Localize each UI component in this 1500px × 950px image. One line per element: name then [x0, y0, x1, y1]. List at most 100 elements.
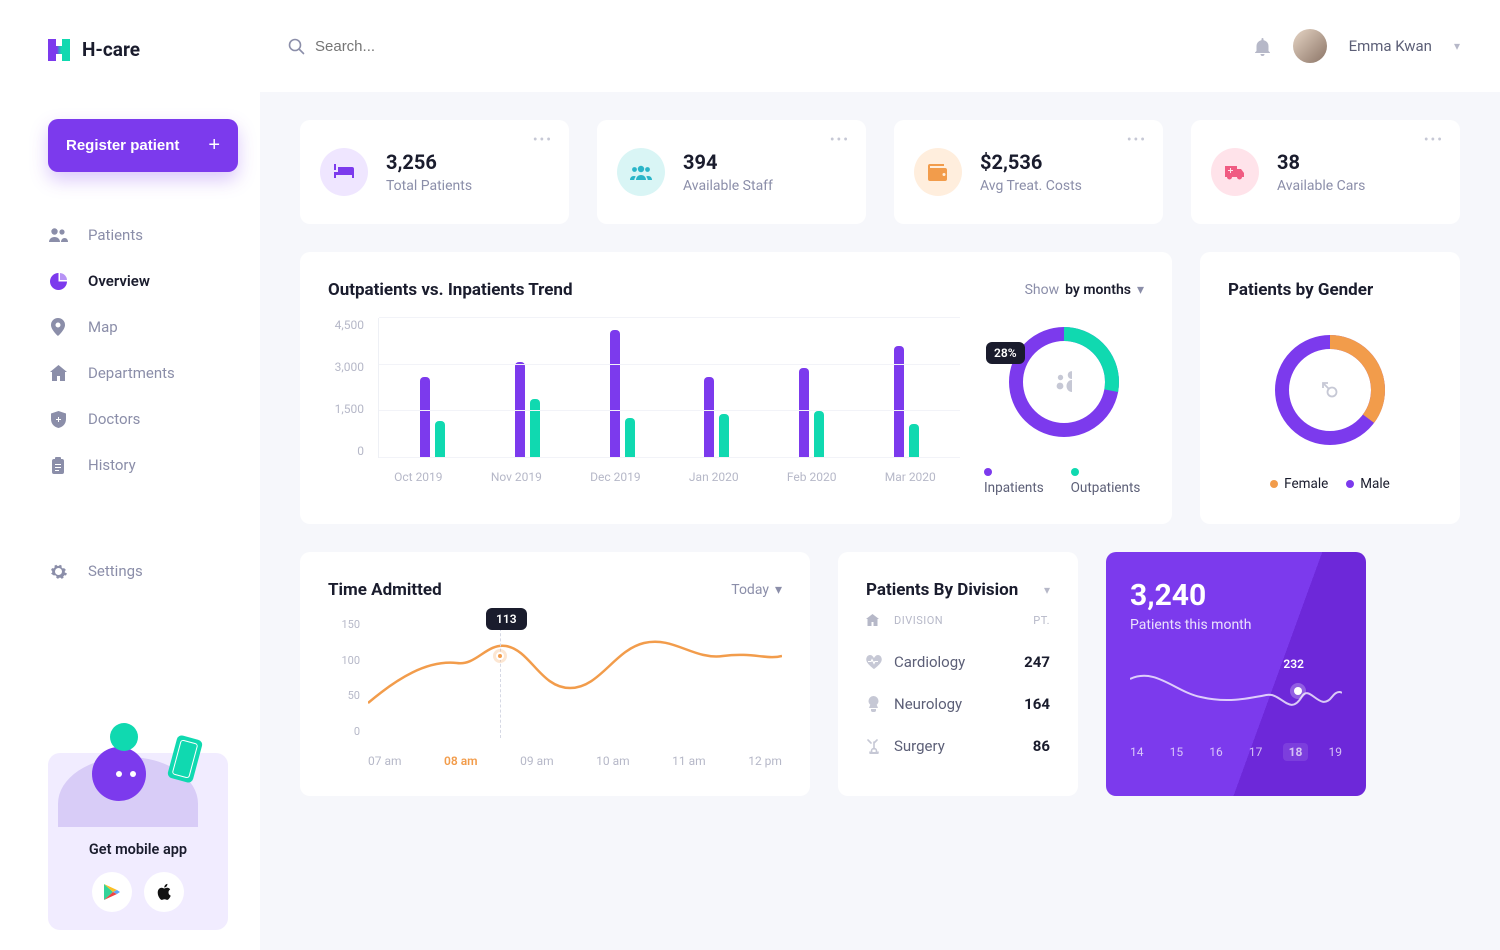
stat-label: Available Cars	[1277, 178, 1365, 194]
chevron-down-icon: ▾	[775, 582, 782, 598]
brand-name: H-care	[82, 38, 140, 61]
division-row[interactable]: Surgery86	[866, 725, 1050, 767]
trend-period-selector[interactable]: Show by months ▾	[1025, 282, 1144, 298]
admitted-period-selector[interactable]: Today ▾	[731, 582, 782, 598]
mobile-illustration	[68, 729, 208, 813]
app-store-button[interactable]	[144, 872, 184, 912]
legend-outpatients: Outpatients	[1071, 464, 1144, 496]
nav-overview[interactable]: Overview	[48, 264, 230, 298]
register-patient-label: Register patient	[66, 137, 179, 154]
bars-row	[379, 318, 960, 458]
nav: Patients Overview Map Departments	[48, 218, 230, 588]
shield-icon	[48, 411, 68, 428]
mobile-app-title: Get mobile app	[66, 841, 210, 858]
chevron-down-icon[interactable]: ▾	[1044, 583, 1050, 597]
stat-total-patients: ••• 3,256 Total Patients	[300, 120, 569, 224]
division-row[interactable]: Neurology164	[866, 683, 1050, 725]
stats-row: ••• 3,256 Total Patients ••• 394	[300, 120, 1460, 224]
division-row-icon	[866, 655, 894, 670]
division-title: Patients By Division	[866, 580, 1018, 600]
search-input[interactable]	[315, 38, 615, 55]
gear-icon	[48, 563, 68, 580]
division-card: Patients By Division ▾ DIVISION PT. Card…	[838, 552, 1078, 796]
bed-icon	[320, 148, 368, 196]
donut-center-icon	[1000, 318, 1128, 446]
nav-history-label: History	[88, 456, 136, 474]
gender-donut	[1266, 326, 1394, 454]
legend-female: Female	[1270, 476, 1328, 492]
gender-title: Patients by Gender	[1228, 280, 1432, 300]
division-name: Neurology	[894, 695, 1010, 713]
nav-map[interactable]: Map	[48, 310, 230, 344]
gender-center-icon	[1266, 326, 1394, 454]
admitted-title: Time Admitted	[328, 580, 442, 600]
legend-male: Male	[1346, 476, 1390, 492]
card-menu[interactable]: •••	[830, 132, 850, 148]
topbar: Emma Kwan ▾	[260, 0, 1500, 92]
wallet-icon	[914, 148, 962, 196]
stat-value: 38	[1277, 150, 1365, 174]
stat-value: 394	[683, 150, 773, 174]
stat-label: Available Staff	[683, 178, 773, 194]
google-play-button[interactable]	[92, 872, 132, 912]
month-x-axis: 141516171819	[1130, 745, 1342, 759]
stat-avg-cost: ••• $2,536 Avg Treat. Costs	[894, 120, 1163, 224]
search	[288, 38, 1254, 55]
month-spark: 232	[1130, 657, 1342, 737]
chevron-down-icon[interactable]: ▾	[1454, 39, 1460, 53]
pie-icon	[48, 273, 68, 290]
logo-mark-icon	[48, 39, 70, 61]
tooltip-vline	[500, 618, 501, 738]
spark-tooltip: 232	[1283, 657, 1304, 671]
trend-card: Outpatients vs. Inpatients Trend Show by…	[300, 252, 1172, 524]
spark-dot	[1294, 687, 1302, 695]
division-row-icon	[866, 696, 894, 712]
division-row[interactable]: Cardiology247	[866, 641, 1050, 683]
card-menu[interactable]: •••	[1424, 132, 1444, 148]
pin-icon	[48, 318, 68, 336]
main: Emma Kwan ▾ ••• 3,256 Total Patients	[260, 0, 1500, 950]
nav-doctors-label: Doctors	[88, 410, 140, 428]
plus-icon: +	[208, 134, 220, 157]
nav-settings[interactable]: Settings	[48, 554, 230, 588]
stat-label: Avg Treat. Costs	[980, 178, 1082, 194]
sidebar: H-care Register patient + Patients Overv…	[0, 0, 260, 950]
trend-donut: 28% Inpatients Outpatients	[984, 318, 1144, 496]
nav-history[interactable]: History	[48, 448, 230, 482]
chevron-down-icon: ▾	[1137, 282, 1144, 298]
admitted-x-axis: 07 am08 am09 am10 am11 am12 pm	[328, 744, 782, 768]
admitted-card: Time Admitted Today ▾ 150100500	[300, 552, 810, 796]
avatar[interactable]	[1293, 29, 1327, 63]
division-row-icon	[866, 738, 894, 754]
bell-icon[interactable]	[1254, 37, 1271, 56]
trend-y-axis: 4,5003,0001,5000	[328, 318, 370, 458]
trend-selector-value: by months	[1065, 282, 1131, 298]
stat-available-cars: ••• 38 Available Cars	[1191, 120, 1460, 224]
stat-value: $2,536	[980, 150, 1082, 174]
nav-departments-label: Departments	[88, 364, 175, 382]
logo: H-care	[48, 38, 230, 61]
division-count: 86	[1010, 737, 1050, 755]
admitted-tooltip: 113	[486, 608, 527, 630]
nav-patients[interactable]: Patients	[48, 218, 230, 252]
nav-departments[interactable]: Departments	[48, 356, 230, 390]
month-label: Patients this month	[1130, 617, 1342, 633]
pt-col-header: PT.	[1010, 614, 1050, 627]
legend-inpatients: Inpatients	[984, 464, 1049, 496]
admitted-y-axis: 150100500	[328, 618, 360, 738]
search-icon	[288, 38, 305, 55]
patients-icon	[48, 228, 68, 242]
admitted-chart: 150100500 113 07 am08 am09 am10 am11 am1…	[328, 618, 782, 768]
staff-icon	[617, 148, 665, 196]
user-name: Emma Kwan	[1349, 37, 1432, 55]
ambulance-icon	[1211, 148, 1259, 196]
mobile-app-card: Get mobile app	[48, 753, 228, 930]
clipboard-icon	[48, 457, 68, 474]
nav-settings-label: Settings	[88, 562, 143, 580]
nav-doctors[interactable]: Doctors	[48, 402, 230, 436]
month-value: 3,240	[1130, 578, 1342, 613]
bars-area	[378, 318, 960, 458]
card-menu[interactable]: •••	[1127, 132, 1147, 148]
register-patient-button[interactable]: Register patient +	[48, 119, 238, 172]
card-menu[interactable]: •••	[533, 132, 553, 148]
